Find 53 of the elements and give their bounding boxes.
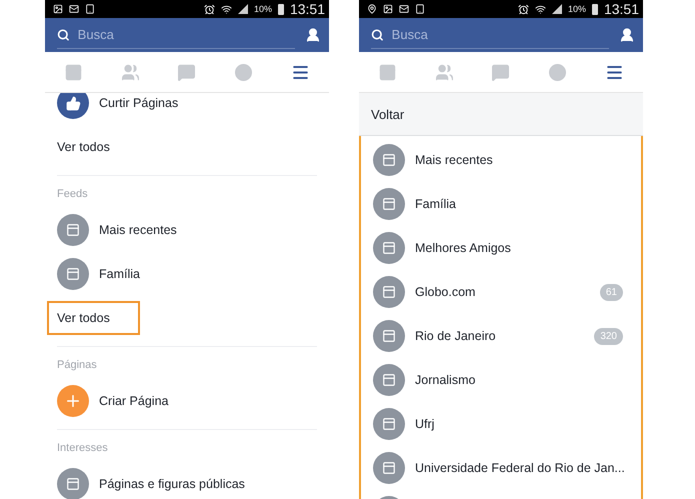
section-title: Feeds: [57, 187, 89, 202]
clock: 13:51: [604, 1, 639, 17]
search-field[interactable]: Busca: [57, 22, 295, 48]
signal-icon: [238, 4, 248, 14]
mail-icon: [399, 4, 409, 14]
search-field[interactable]: Busca: [371, 22, 609, 48]
menu-item-label[interactable]: Mais recentes: [99, 223, 317, 237]
search-icon: [57, 28, 70, 42]
messages-icon: [491, 62, 510, 82]
section-title: Páginas: [57, 358, 98, 373]
menu-item-label[interactable]: Rio de Janeiro: [415, 329, 584, 343]
menu-item-label[interactable]: Melhores Amigos: [415, 241, 629, 255]
app-icon: [85, 4, 95, 14]
menu-item-label[interactable]: Globo.com: [415, 285, 590, 299]
section-title: Interesses: [57, 441, 109, 456]
signal-icon: [552, 4, 562, 14]
menu-item-label[interactable]: Páginas e figuras públicas: [99, 477, 317, 491]
menu-item-label[interactable]: Curtir Páginas: [99, 96, 317, 110]
app-icon: [415, 4, 425, 14]
see-all-link[interactable]: Ver todos: [57, 140, 110, 154]
count-badge: 61: [600, 284, 623, 300]
see-all-link[interactable]: Ver todos: [47, 301, 140, 335]
battery-percent: 10%: [254, 4, 272, 14]
count-badge: 320: [594, 328, 623, 344]
menu-item-label[interactable]: Criar Página: [99, 394, 317, 408]
image-icon: [383, 4, 393, 14]
mail-icon: [69, 4, 79, 14]
alarm-icon: [204, 4, 215, 14]
contacts-icon[interactable]: [305, 27, 321, 43]
location-pin-icon: [367, 4, 377, 14]
search-input[interactable]: Busca: [390, 26, 609, 43]
contacts-icon[interactable]: [619, 27, 635, 43]
search-input[interactable]: Busca: [76, 26, 295, 43]
menu-item-label[interactable]: Família: [415, 197, 629, 211]
battery-icon: [278, 4, 284, 14]
battery-icon: [592, 4, 598, 14]
menu-item-label[interactable]: Família: [99, 267, 317, 281]
wifi-icon: [220, 4, 232, 14]
friends-icon: [434, 62, 454, 82]
search-icon: [371, 28, 384, 42]
menu-item-label[interactable]: Ufrj: [415, 417, 629, 431]
clock: 13:51: [290, 1, 325, 17]
menu-item-label[interactable]: Universidade Federal do Rio de Jan...: [415, 461, 629, 475]
wifi-icon: [534, 4, 546, 14]
alarm-icon: [518, 4, 529, 14]
image-icon: [53, 4, 63, 14]
battery-percent: 10%: [568, 4, 586, 14]
back-bar[interactable]: Voltar: [359, 93, 643, 136]
friends-icon: [120, 62, 140, 82]
messages-icon: [177, 62, 196, 82]
menu-item-label[interactable]: Mais recentes: [415, 153, 629, 167]
plus-icon: [57, 385, 89, 417]
menu-item-label[interactable]: Jornalismo: [415, 373, 629, 387]
